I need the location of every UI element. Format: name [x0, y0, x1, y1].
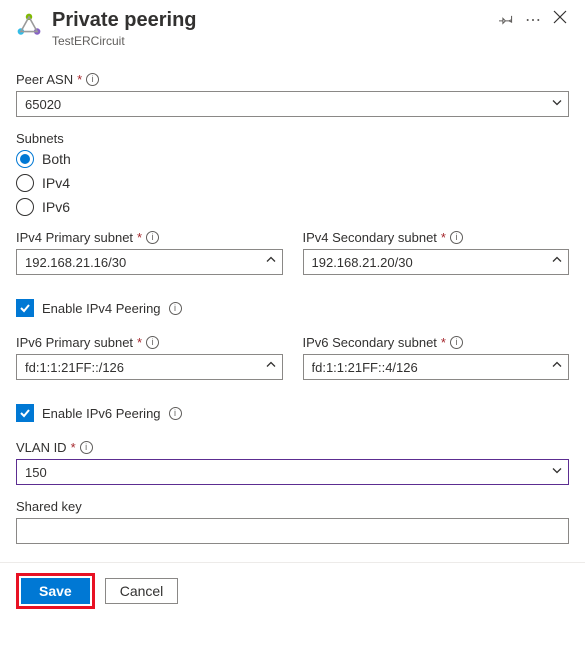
- enable-ipv6-label: Enable IPv6 Peering: [42, 406, 161, 421]
- ipv4-primary-label: IPv4 Primary subnet * i: [16, 230, 283, 245]
- blade-footer: Save Cancel: [0, 562, 585, 609]
- ipv6-secondary-input[interactable]: [303, 354, 570, 380]
- more-icon[interactable]: ⋯: [525, 16, 541, 26]
- field-vlan-id: VLAN ID * i: [16, 440, 569, 485]
- peer-asn-input[interactable]: [16, 91, 569, 117]
- radio-both-label: Both: [42, 151, 71, 167]
- checkbox-checked-icon: [16, 404, 34, 422]
- info-icon[interactable]: i: [86, 73, 99, 86]
- ipv4-secondary-label: IPv4 Secondary subnet * i: [303, 230, 570, 245]
- vlan-id-label: VLAN ID * i: [16, 440, 569, 455]
- required-icon: *: [441, 230, 446, 245]
- info-icon[interactable]: i: [450, 336, 463, 349]
- radio-ipv6[interactable]: IPv6: [16, 198, 569, 216]
- info-icon[interactable]: i: [146, 336, 159, 349]
- vlan-id-input[interactable]: [16, 459, 569, 485]
- expressroute-icon: [16, 12, 42, 41]
- save-highlight: Save: [16, 573, 95, 609]
- vlan-id-label-text: VLAN ID: [16, 440, 67, 455]
- info-icon[interactable]: i: [169, 407, 182, 420]
- ipv6-primary-input[interactable]: [16, 354, 283, 380]
- subnets-label: Subnets: [16, 131, 569, 146]
- field-ipv4-primary: IPv4 Primary subnet * i: [16, 230, 283, 275]
- enable-ipv4-row[interactable]: Enable IPv4 Peering i: [16, 299, 569, 317]
- header-titles: Private peering TestERCircuit: [52, 8, 483, 48]
- radio-ipv4-label: IPv4: [42, 175, 70, 191]
- peer-asn-label: Peer ASN * i: [16, 72, 569, 87]
- required-icon: *: [137, 230, 142, 245]
- field-ipv6-primary: IPv6 Primary subnet * i: [16, 335, 283, 380]
- shared-key-input[interactable]: [16, 518, 569, 544]
- enable-ipv6-row[interactable]: Enable IPv6 Peering i: [16, 404, 569, 422]
- required-icon: *: [71, 440, 76, 455]
- required-icon: *: [77, 72, 82, 87]
- header-actions: ⋯: [499, 12, 541, 29]
- pin-icon[interactable]: [499, 12, 513, 29]
- required-icon: *: [137, 335, 142, 350]
- subnets-label-text: Subnets: [16, 131, 64, 146]
- cancel-button[interactable]: Cancel: [105, 578, 179, 604]
- ipv6-primary-label: IPv6 Primary subnet * i: [16, 335, 283, 350]
- blade-title: Private peering: [52, 8, 483, 32]
- required-icon: *: [441, 335, 446, 350]
- blade-subtitle: TestERCircuit: [52, 34, 483, 48]
- field-shared-key: Shared key: [16, 499, 569, 544]
- ipv4-secondary-label-text: IPv4 Secondary subnet: [303, 230, 437, 245]
- ipv4-primary-input[interactable]: [16, 249, 283, 275]
- ipv4-subnet-row: IPv4 Primary subnet * i IPv4 Secondary s…: [16, 230, 569, 289]
- close-icon[interactable]: [551, 8, 569, 31]
- shared-key-label: Shared key: [16, 499, 569, 514]
- radio-ipv4[interactable]: IPv4: [16, 174, 569, 192]
- field-ipv4-secondary: IPv4 Secondary subnet * i: [303, 230, 570, 275]
- field-ipv6-secondary: IPv6 Secondary subnet * i: [303, 335, 570, 380]
- ipv6-secondary-label-text: IPv6 Secondary subnet: [303, 335, 437, 350]
- private-peering-blade: Private peering TestERCircuit ⋯ Peer ASN…: [0, 0, 585, 625]
- radio-both[interactable]: Both: [16, 150, 569, 168]
- field-peer-asn: Peer ASN * i: [16, 72, 569, 117]
- shared-key-label-text: Shared key: [16, 499, 82, 514]
- info-icon[interactable]: i: [146, 231, 159, 244]
- info-icon[interactable]: i: [450, 231, 463, 244]
- info-icon[interactable]: i: [80, 441, 93, 454]
- subnets-radio-group: Both IPv4 IPv6: [16, 150, 569, 216]
- ipv4-secondary-input[interactable]: [303, 249, 570, 275]
- info-icon[interactable]: i: [169, 302, 182, 315]
- ipv6-secondary-label: IPv6 Secondary subnet * i: [303, 335, 570, 350]
- ipv6-subnet-row: IPv6 Primary subnet * i IPv6 Secondary s…: [16, 335, 569, 394]
- peer-asn-label-text: Peer ASN: [16, 72, 73, 87]
- field-subnets: Subnets Both IPv4 IPv6: [16, 131, 569, 216]
- blade-header: Private peering TestERCircuit ⋯: [16, 8, 569, 48]
- save-button[interactable]: Save: [21, 578, 90, 604]
- ipv6-primary-label-text: IPv6 Primary subnet: [16, 335, 133, 350]
- radio-ipv6-label: IPv6: [42, 199, 70, 215]
- radio-icon: [16, 198, 34, 216]
- checkbox-checked-icon: [16, 299, 34, 317]
- radio-icon: [16, 174, 34, 192]
- enable-ipv4-label: Enable IPv4 Peering: [42, 301, 161, 316]
- ipv4-primary-label-text: IPv4 Primary subnet: [16, 230, 133, 245]
- radio-icon: [16, 150, 34, 168]
